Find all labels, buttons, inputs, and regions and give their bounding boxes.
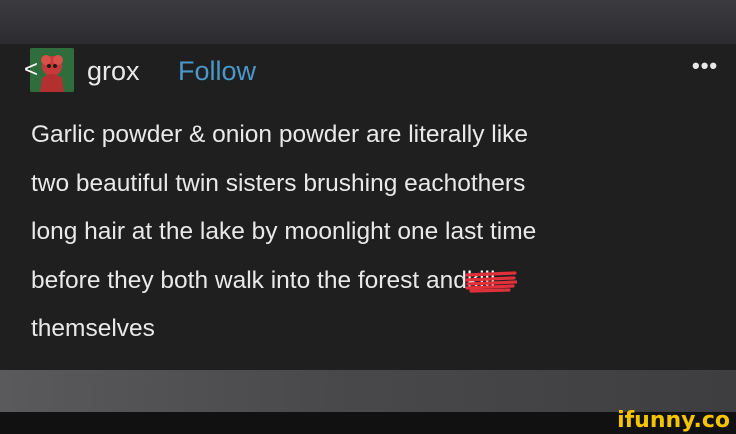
username[interactable]: grox — [87, 54, 140, 88]
post-card: < grox Follow ••• Garlic powder & onion … — [0, 44, 736, 370]
post-line: two beautiful twin sisters brushing each… — [31, 169, 526, 197]
post-text: Garlic powder & onion powder are literal… — [31, 111, 721, 354]
post-line: long hair at the lake by moonlight one l… — [31, 218, 537, 245]
struck-word: kill — [464, 257, 517, 306]
watermark-logo: ifunny.co — [617, 408, 730, 433]
ellipsis-icon[interactable]: ••• — [692, 55, 718, 77]
chevron-left-icon[interactable]: < — [24, 58, 42, 82]
post-line-text: before they both walk into the forest an… — [31, 266, 467, 294]
blurred-bottom-area — [0, 370, 736, 412]
follow-button[interactable]: Follow — [178, 54, 256, 88]
scribble-overlay — [464, 270, 517, 293]
blurred-top-area — [0, 0, 736, 44]
post-header: < grox Follow ••• — [0, 44, 736, 100]
post-line: Garlic powder & onion powder are literal… — [31, 121, 529, 148]
post-line: before they both walk into the forest an… — [31, 257, 721, 306]
post-line: themselves — [31, 315, 155, 342]
